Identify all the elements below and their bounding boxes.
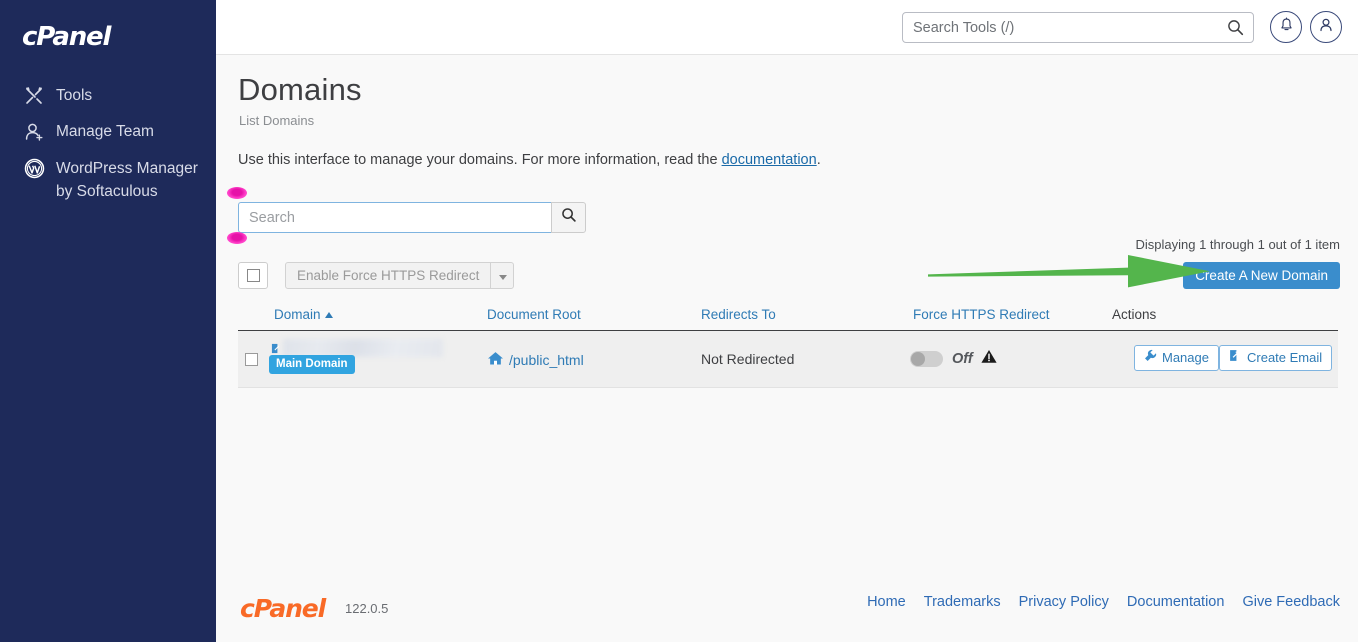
table-header-row: Domain Document Root Redirects To Force … [238,300,1338,331]
force-https-cell: Off [910,349,997,369]
tools-search-box[interactable] [902,12,1254,43]
top-bar [216,0,1358,55]
intro-text-before: Use this interface to manage your domain… [238,152,722,168]
bulk-actions-dropdown-toggle[interactable] [490,262,515,289]
domains-table: Domain Document Root Redirects To Force … [238,300,1338,388]
breadcrumb: List Domains [239,113,315,128]
domain-search-input[interactable] [238,202,551,233]
footer-link-trademarks[interactable]: Trademarks [924,594,1001,610]
intro-text-after: . [816,152,821,168]
enable-force-https-button[interactable]: Enable Force HTTPS Redirect [285,262,492,289]
sidebar-item-label: WordPress Manager by Softaculous [56,160,198,200]
footer-link-home[interactable]: Home [867,594,906,610]
document-root-label: /public_html [509,352,584,368]
document-root-cell[interactable]: /public_html [487,351,584,369]
force-https-toggle[interactable] [910,351,943,367]
documentation-link[interactable]: documentation [722,152,817,168]
footer-link-privacy-policy[interactable]: Privacy Policy [1019,594,1109,610]
account-button[interactable] [1310,11,1342,43]
sidebar: cPanel Tools Manage Team WordPress Manag… [0,0,216,642]
footer-version: 122.0.5 [345,601,389,616]
tools-icon [22,85,46,107]
footer-cpanel-logo: cPanel [240,594,326,623]
user-icon [1318,17,1334,38]
column-header-force-https-redirect[interactable]: Force HTTPS Redirect [913,307,1050,322]
create-email-button-label: Create Email [1247,350,1323,365]
sidebar-item-tools[interactable]: Tools [0,78,216,114]
manage-button-label: Manage [1162,350,1209,365]
warning-icon[interactable] [981,349,997,369]
sidebar-item-wordpress-manager[interactable]: WordPress Manager by Softaculous [0,150,216,210]
bell-icon [1279,17,1294,38]
footer-link-give-feedback[interactable]: Give Feedback [1242,594,1340,610]
sidebar-item-label: Tools [56,87,93,104]
checkbox-square-icon [246,269,260,282]
create-new-domain-button[interactable]: Create A New Domain [1183,262,1340,289]
annotation-marker-bottom [227,232,247,244]
cpanel-domains-page: cPanel Tools Manage Team WordPress Manag… [0,0,1358,642]
page-title: Domains [238,72,362,107]
footer-link-documentation[interactable]: Documentation [1127,594,1225,610]
search-icon[interactable] [1227,19,1244,41]
main-domain-badge: Main Domain [269,355,355,374]
table-row: Main Domain /public_html Not Redirected … [238,331,1338,388]
column-header-redirects-to[interactable]: Redirects To [701,307,776,322]
results-count: Displaying 1 through 1 out of 1 item [1135,237,1340,252]
footer-links: Home Trademarks Privacy Policy Documenta… [853,594,1340,610]
home-icon [487,351,509,369]
sidebar-item-label: Manage Team [56,123,154,140]
column-header-domain[interactable]: Domain [274,307,333,322]
wordpress-icon [22,157,46,179]
column-header-document-root[interactable]: Document Root [487,307,581,322]
team-icon [22,121,46,143]
annotation-marker-top [227,187,247,199]
bulk-actions-group: Enable Force HTTPS Redirect [285,262,515,289]
sort-ascending-icon [324,312,333,318]
create-email-button[interactable]: Create Email [1219,345,1333,371]
domain-search-button[interactable] [551,202,586,233]
tools-search-input[interactable] [903,13,1223,42]
intro-text: Use this interface to manage your domain… [238,152,821,168]
sidebar-item-manage-team[interactable]: Manage Team [0,114,216,150]
force-https-state-label: Off [952,351,973,367]
column-header-actions: Actions [1112,307,1157,322]
search-icon [561,207,577,228]
select-all-checkbox[interactable] [238,262,268,289]
manage-button[interactable]: Manage [1134,345,1219,371]
notifications-button[interactable] [1270,11,1302,43]
domain-search-box [238,202,586,233]
row-select-checkbox[interactable] [245,353,258,366]
external-link-icon [1229,346,1247,370]
cpanel-logo[interactable]: cPanel [22,22,111,52]
sidebar-nav: Tools Manage Team WordPress Manager by S… [0,78,216,210]
wrench-icon [1144,346,1162,370]
redirects-to-cell: Not Redirected [701,351,795,367]
column-header-label: Domain [274,307,321,322]
